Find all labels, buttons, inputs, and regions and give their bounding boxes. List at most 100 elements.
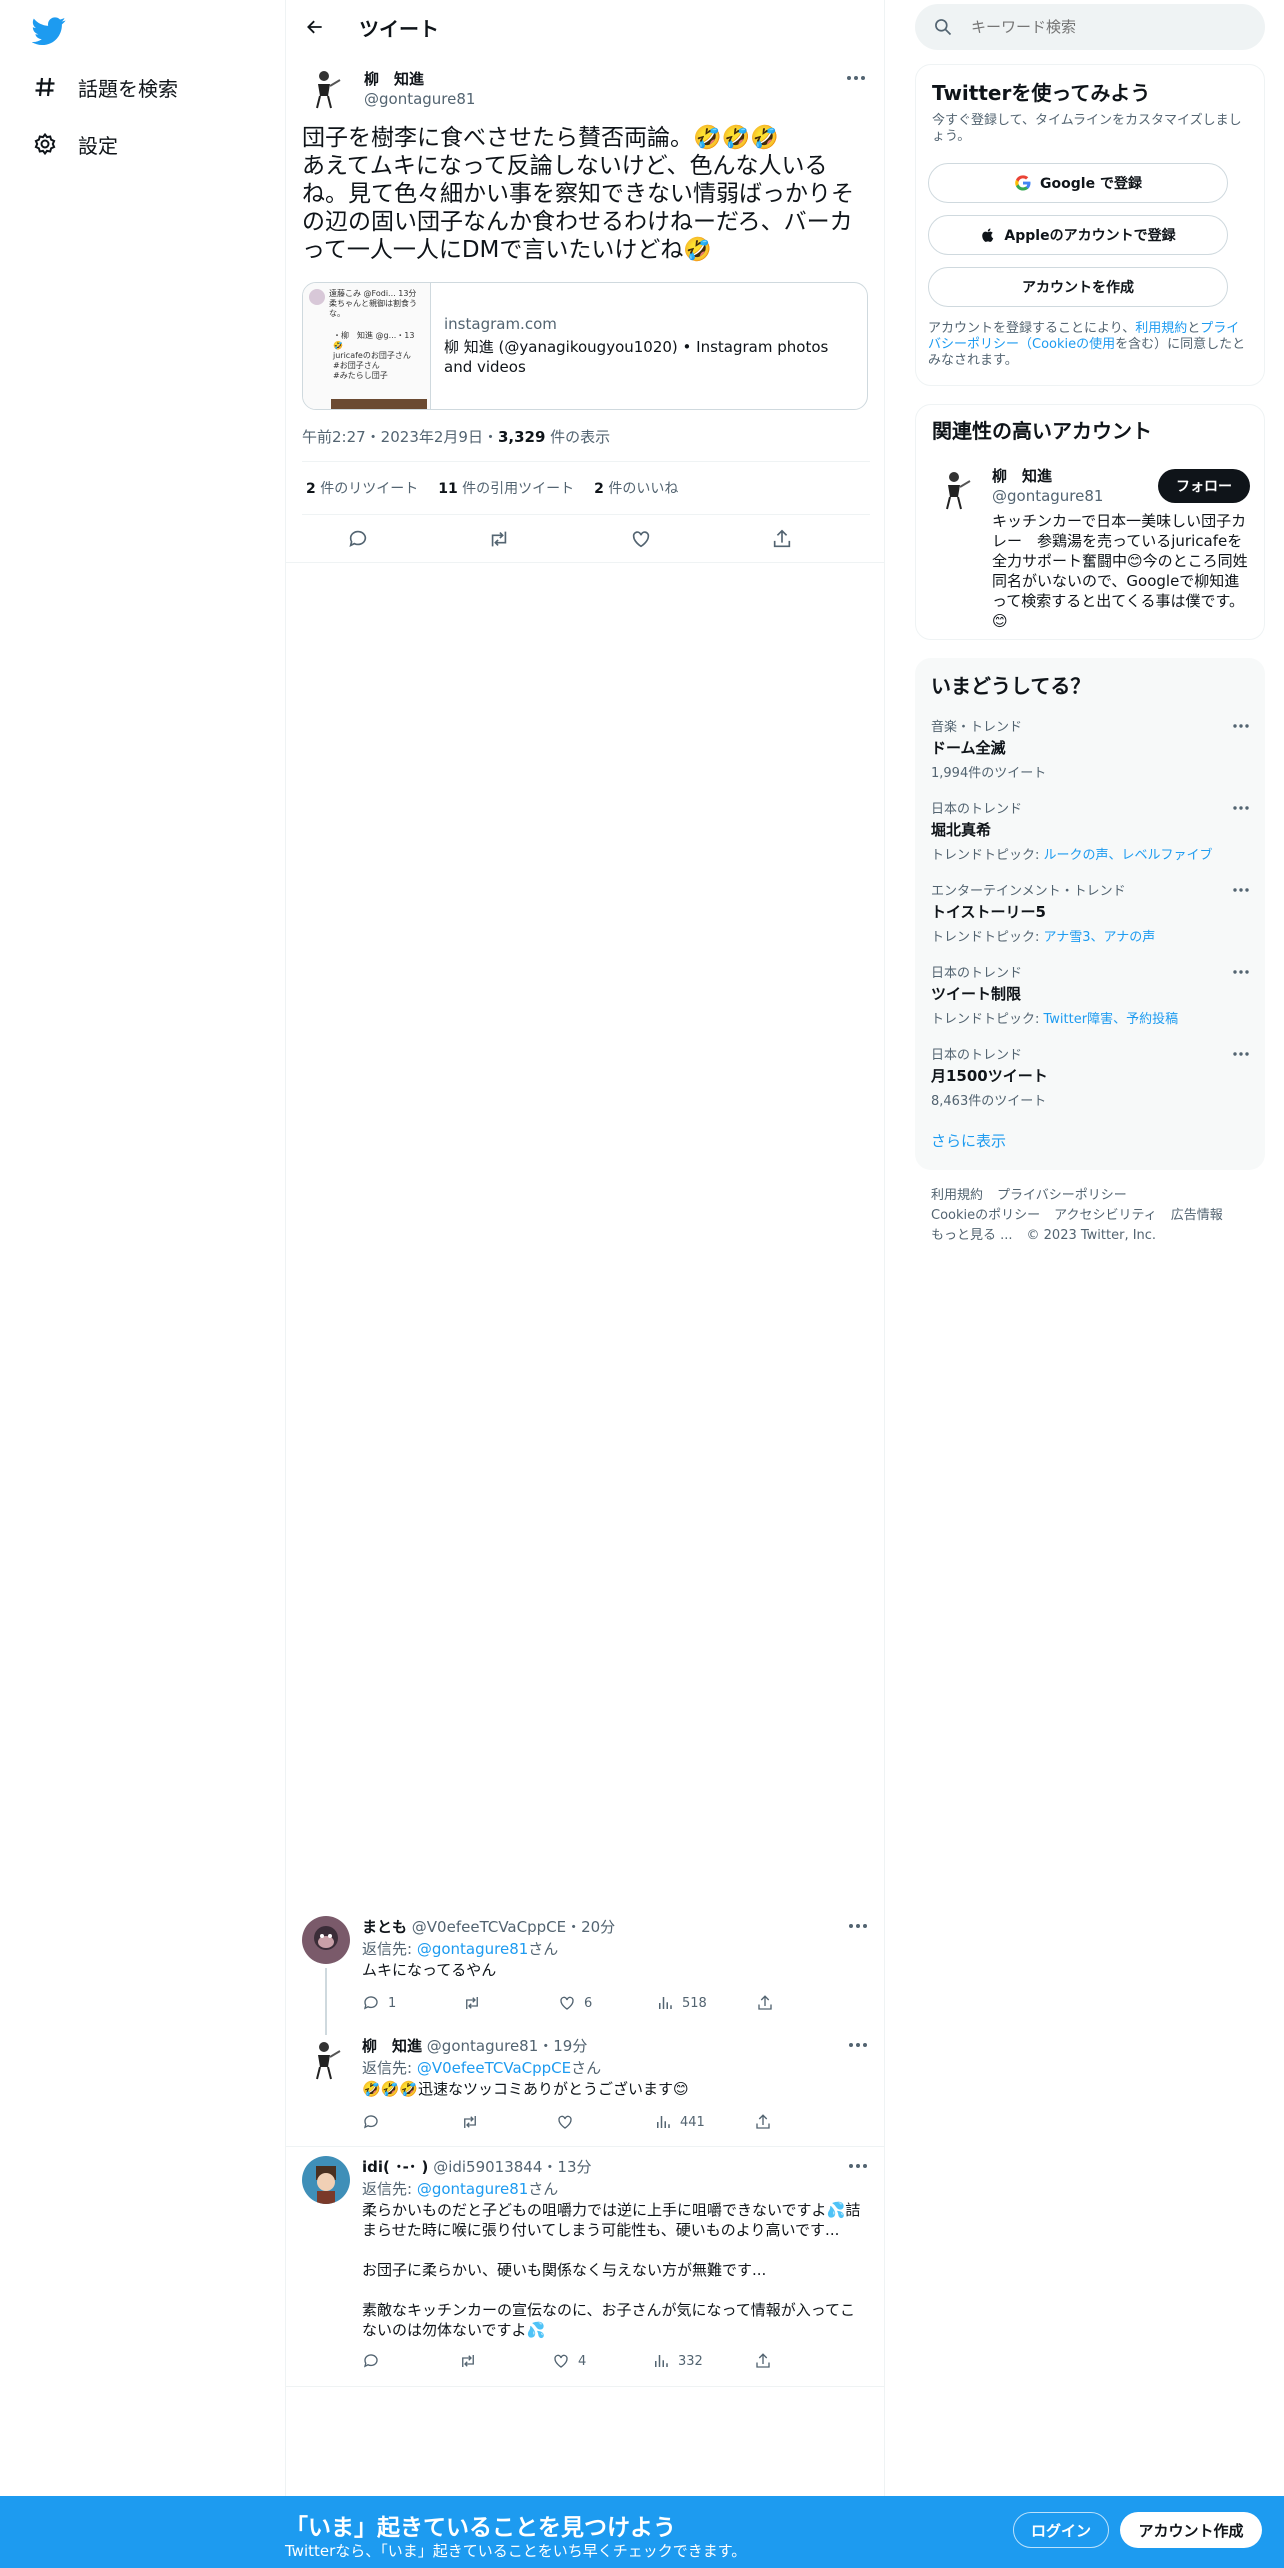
views-button[interactable]: 332 bbox=[652, 2352, 703, 2370]
main-header: ツイート bbox=[286, 0, 884, 54]
reply-author-handle[interactable]: @V0efeeTCVaCppCE bbox=[412, 1918, 566, 1936]
reply-tweet[interactable]: 柳 知進 @gontagure81・19分 返信先: @V0efeeTCVaCp… bbox=[286, 2035, 884, 2139]
trend-topic-links[interactable]: アナ雪3、アナの声 bbox=[1044, 930, 1156, 945]
more-icon[interactable] bbox=[1229, 1044, 1253, 1064]
share-icon[interactable] bbox=[769, 526, 795, 552]
reply-time[interactable]: ・19分 bbox=[538, 2037, 587, 2055]
reply-header: idi( ･-･ ) @idi59013844・13分 bbox=[362, 2156, 592, 2177]
reply-time[interactable]: ・20分 bbox=[566, 1918, 615, 1936]
more-icon[interactable] bbox=[1229, 880, 1253, 900]
author-handle[interactable]: @gontagure81 bbox=[364, 90, 475, 108]
reply-to-handle[interactable]: @gontagure81 bbox=[417, 1940, 528, 1958]
retweets-stat[interactable]: 2 件のリツイート bbox=[306, 478, 418, 498]
share-button[interactable] bbox=[754, 2113, 772, 2131]
retweet-button[interactable] bbox=[462, 1994, 490, 2012]
terms-link[interactable]: 利用規約 bbox=[1135, 321, 1187, 336]
footer-link[interactable]: 利用規約 bbox=[931, 1188, 983, 1203]
reply-author-handle[interactable]: @gontagure81 bbox=[427, 2037, 538, 2055]
footer-link[interactable]: プライバシーポリシー bbox=[997, 1188, 1127, 1203]
reply-author-handle[interactable]: @idi59013844 bbox=[433, 2158, 542, 2176]
search-input[interactable] bbox=[971, 15, 1241, 39]
card-thumbnail: 遠藤こみ @Fodi... 13分 柔ちゃんと親御は割食う な。 ・柳 知進 @… bbox=[303, 283, 431, 409]
share-button[interactable] bbox=[756, 1994, 774, 2012]
back-button[interactable] bbox=[300, 12, 330, 42]
apple-signup-label: Appleのアカウントで登録 bbox=[1004, 228, 1176, 244]
reply-button[interactable] bbox=[362, 2113, 388, 2131]
retweet-icon[interactable] bbox=[486, 526, 512, 552]
views-button[interactable]: 518 bbox=[656, 1994, 707, 2012]
reply-author-name[interactable]: まとも bbox=[362, 1918, 407, 1936]
more-icon[interactable] bbox=[1229, 962, 1253, 982]
related-handle[interactable]: @gontagure81 bbox=[992, 487, 1103, 505]
google-signup-label: Google で登録 bbox=[1040, 176, 1142, 192]
footer-more-link[interactable]: もっと見る ... bbox=[931, 1228, 1013, 1243]
reply-avatar[interactable] bbox=[302, 1916, 350, 1964]
reply-icon[interactable] bbox=[345, 526, 371, 552]
likes-label: 件のいいね bbox=[603, 481, 679, 497]
signup-legal: アカウントを登録することにより、利用規約とプライバシーポリシー（Cookieの使… bbox=[928, 321, 1248, 369]
create-account-button[interactable]: アカウントを作成 bbox=[928, 267, 1228, 307]
trend-item[interactable]: 日本のトレンド 堀北真希 トレンドトピック: ルークの声、レベルファイブ bbox=[931, 798, 1249, 863]
views-icon bbox=[655, 2355, 668, 2367]
tweet-time[interactable]: 午前2:27・2023年2月9日・ bbox=[302, 428, 498, 446]
like-icon[interactable] bbox=[628, 526, 654, 552]
more-icon[interactable] bbox=[842, 68, 870, 88]
nav-explore[interactable]: 話題を検索 bbox=[32, 67, 178, 107]
trend-item[interactable]: 日本のトレンド ツイート制限 トレンドトピック: Twitter障害、予約投稿 bbox=[931, 962, 1249, 1027]
footer-link[interactable]: アクセシビリティ bbox=[1054, 1208, 1157, 1223]
trend-topic-links[interactable]: ルークの声、レベルファイブ bbox=[1044, 848, 1213, 863]
related-name[interactable]: 柳 知進 bbox=[992, 465, 1052, 486]
reply-avatar[interactable] bbox=[302, 2156, 350, 2204]
reply-text: 🤣🤣🤣迅速なツッコミありがとうございます😊 bbox=[362, 2080, 689, 2098]
retweet-button[interactable] bbox=[458, 2352, 486, 2370]
retweet-button[interactable] bbox=[460, 2113, 488, 2131]
like-button[interactable]: 6 bbox=[558, 1994, 592, 2012]
views-count: 518 bbox=[682, 1995, 707, 2011]
quotes-stat[interactable]: 11 件の引用ツイート bbox=[438, 478, 574, 498]
reply-to-handle[interactable]: @V0efeeTCVaCppCE bbox=[417, 2059, 571, 2077]
reply-tweet[interactable]: idi( ･-･ ) @idi59013844・13分 返信先: @gontag… bbox=[286, 2156, 884, 2382]
reply-to-handle[interactable]: @gontagure81 bbox=[417, 2180, 528, 2198]
left-nav: 話題を検索 設定 bbox=[0, 0, 285, 2568]
like-button[interactable] bbox=[556, 2113, 582, 2131]
reply-author-name[interactable]: 柳 知進 bbox=[362, 2037, 422, 2055]
more-icon[interactable] bbox=[844, 1916, 872, 1936]
likes-stat[interactable]: 2 件のいいね bbox=[594, 478, 678, 498]
author-name[interactable]: 柳 知進 bbox=[364, 68, 424, 89]
trend-item[interactable]: 日本のトレンド 月1500ツイート 8,463件のツイート bbox=[931, 1044, 1249, 1109]
signup-button[interactable]: アカウント作成 bbox=[1120, 2512, 1262, 2548]
reply-time[interactable]: ・13分 bbox=[542, 2158, 591, 2176]
follow-button[interactable]: フォロー bbox=[1158, 469, 1250, 503]
footer-link[interactable]: 広告情報 bbox=[1171, 1208, 1223, 1223]
views-button[interactable]: 441 bbox=[654, 2113, 705, 2131]
footer-link[interactable]: Cookieのポリシー bbox=[931, 1208, 1040, 1223]
trend-topic-links[interactable]: Twitter障害、予約投稿 bbox=[1044, 1012, 1179, 1027]
trend-item[interactable]: エンターテインメント・トレンド トイストーリー5 トレンドトピック: アナ雪3、… bbox=[931, 880, 1249, 945]
thumb-line: 遠藤こみ @Fodi... 13分 bbox=[329, 289, 417, 298]
show-more-link[interactable]: さらに表示 bbox=[931, 1130, 1006, 1151]
reply-tweet[interactable]: まとも @V0efeeTCVaCppCE・20分 返信先: @gontagure… bbox=[286, 1916, 884, 2046]
more-icon[interactable] bbox=[1229, 798, 1253, 818]
google-signup-button[interactable]: Google で登録 bbox=[928, 163, 1228, 203]
nav-settings[interactable]: 設定 bbox=[32, 124, 118, 164]
more-icon[interactable] bbox=[844, 2156, 872, 2176]
author-avatar[interactable] bbox=[302, 64, 350, 112]
trend-item[interactable]: 音楽・トレンド ドーム全滅 1,994件のツイート bbox=[931, 716, 1249, 781]
apple-signup-button[interactable]: Appleのアカウントで登録 bbox=[928, 215, 1228, 255]
twitter-logo-icon[interactable] bbox=[31, 14, 66, 48]
views-count: 441 bbox=[680, 2114, 705, 2130]
share-button[interactable] bbox=[754, 2352, 772, 2370]
login-button[interactable]: ログイン bbox=[1013, 2512, 1109, 2548]
related-avatar[interactable] bbox=[932, 465, 980, 513]
thumb-line: 柔ちゃんと親御は割食う bbox=[329, 299, 417, 308]
search-box[interactable] bbox=[915, 4, 1265, 50]
reply-button[interactable] bbox=[362, 2352, 388, 2370]
more-icon[interactable] bbox=[844, 2035, 872, 2055]
link-card[interactable]: 遠藤こみ @Fodi... 13分 柔ちゃんと親御は割食う な。 ・柳 知進 @… bbox=[302, 282, 868, 410]
reply-author-name[interactable]: idi( ･-･ ) bbox=[362, 2158, 428, 2176]
bottom-signup-bar: 「いま」起きていることを見つけよう Twitterなら、「いま」起きていることを… bbox=[0, 2496, 1284, 2568]
like-button[interactable]: 4 bbox=[552, 2352, 586, 2370]
more-icon[interactable] bbox=[1229, 716, 1253, 736]
reply-avatar[interactable] bbox=[302, 2035, 350, 2083]
reply-button[interactable]: 1 bbox=[362, 1994, 396, 2012]
